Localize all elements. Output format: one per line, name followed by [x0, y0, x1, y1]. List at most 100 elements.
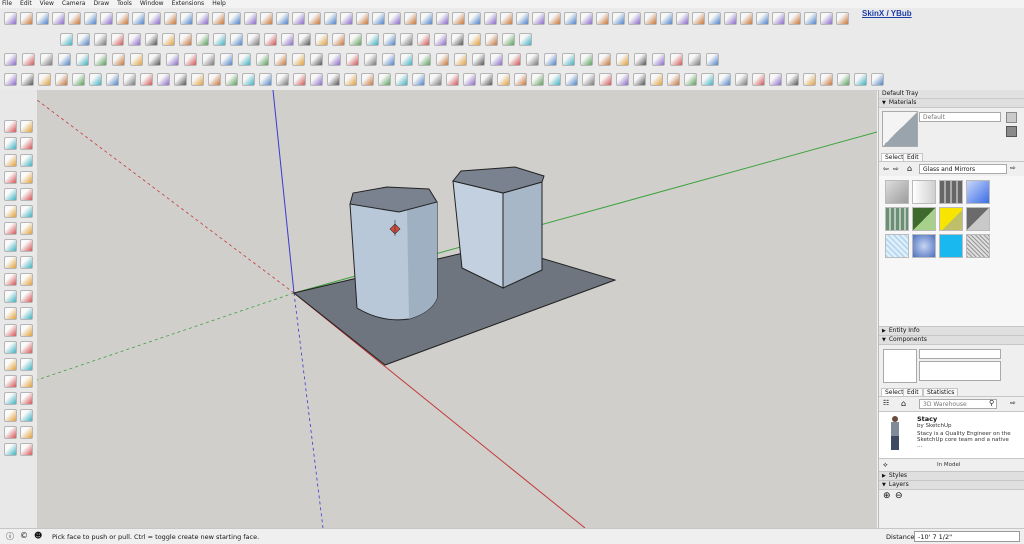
large-tool-icon[interactable]	[4, 307, 17, 320]
large-tool-icon[interactable]	[20, 290, 33, 303]
toolbar-icon[interactable]	[372, 12, 385, 25]
toolbar-icon[interactable]	[327, 73, 340, 86]
toolbar-icon[interactable]	[756, 12, 769, 25]
toolbar-icon[interactable]	[344, 73, 357, 86]
large-tool-icon[interactable]	[4, 392, 17, 405]
toolbar-icon[interactable]	[548, 12, 561, 25]
toolbar-icon[interactable]	[803, 73, 816, 86]
in-model-label[interactable]: In Model	[937, 462, 960, 468]
toolbar-icon[interactable]	[212, 12, 225, 25]
toolbar-icon[interactable]	[196, 33, 209, 46]
toolbar-icon[interactable]	[40, 53, 53, 66]
toolbar-icon[interactable]	[670, 53, 683, 66]
toolbar-icon[interactable]	[383, 33, 396, 46]
toolbar-icon[interactable]	[772, 12, 785, 25]
large-tool-icon[interactable]	[20, 120, 33, 133]
add-layer-icon[interactable]: ⊕	[883, 491, 891, 501]
large-tool-icon[interactable]	[20, 154, 33, 167]
toolbar-icon[interactable]	[68, 12, 81, 25]
large-tool-icon[interactable]	[4, 324, 17, 337]
toolbar-icon[interactable]	[247, 33, 260, 46]
toolbar-icon[interactable]	[598, 53, 611, 66]
toolbar-icon[interactable]	[361, 73, 374, 86]
in-model-icon[interactable]: ⟡	[883, 461, 888, 470]
swatch-5[interactable]	[885, 207, 909, 231]
large-tool-icon[interactable]	[4, 137, 17, 150]
back-icon[interactable]: ⇦	[883, 165, 889, 173]
swatch-9[interactable]	[885, 234, 909, 258]
large-tool-icon[interactable]	[20, 171, 33, 184]
toolbar-icon[interactable]	[526, 53, 539, 66]
toolbar-icon[interactable]	[76, 53, 89, 66]
toolbar-icon[interactable]	[400, 53, 413, 66]
toolbar-icon[interactable]	[72, 73, 85, 86]
large-tool-icon[interactable]	[20, 307, 33, 320]
toolbar-icon[interactable]	[532, 12, 545, 25]
toolbar-icon[interactable]	[820, 73, 833, 86]
delete-layer-icon[interactable]: ⊖	[895, 491, 903, 501]
toolbar-icon[interactable]	[100, 12, 113, 25]
toolbar-icon[interactable]	[786, 73, 799, 86]
large-tool-icon[interactable]	[20, 409, 33, 422]
toolbar-icon[interactable]	[180, 12, 193, 25]
large-tool-icon[interactable]	[4, 205, 17, 218]
components-header[interactable]: ▼ Components	[879, 336, 1024, 345]
toolbar-icon[interactable]	[628, 12, 641, 25]
toolbar-icon[interactable]	[644, 12, 657, 25]
toolbar-icon[interactable]	[36, 12, 49, 25]
toolbar-icon[interactable]	[208, 73, 221, 86]
toolbar-icon[interactable]	[404, 12, 417, 25]
toolbar-icon[interactable]	[514, 73, 527, 86]
toolbar-icon[interactable]	[484, 12, 497, 25]
toolbar-icon[interactable]	[519, 33, 532, 46]
toolbar-icon[interactable]	[378, 73, 391, 86]
toolbar-icon[interactable]	[166, 53, 179, 66]
toolbar-icon[interactable]	[420, 12, 433, 25]
toolbar-icon[interactable]	[174, 73, 187, 86]
toolbar-icon[interactable]	[116, 12, 129, 25]
measurements-box[interactable]: -10' 7 1/2"	[914, 531, 1020, 542]
info-icon[interactable]: ⓘ	[6, 531, 14, 542]
toolbar-icon[interactable]	[382, 53, 395, 66]
toolbar-icon[interactable]	[162, 33, 175, 46]
toolbar-icon[interactable]	[132, 12, 145, 25]
large-tool-icon[interactable]	[4, 154, 17, 167]
large-tool-icon[interactable]	[20, 205, 33, 218]
toolbar-icon[interactable]	[112, 53, 125, 66]
toolbar-icon[interactable]	[531, 73, 544, 86]
toolbar-icon[interactable]	[281, 33, 294, 46]
toolbar-icon[interactable]	[485, 33, 498, 46]
large-tool-icon[interactable]	[4, 341, 17, 354]
toolbar-icon[interactable]	[77, 33, 90, 46]
menu-extensions[interactable]: Extensions	[172, 0, 205, 8]
swatch-11[interactable]	[939, 234, 963, 258]
toolbar-icon[interactable]	[463, 73, 476, 86]
large-tool-icon[interactable]	[20, 222, 33, 235]
toolbar-icon[interactable]	[660, 12, 673, 25]
home-icon[interactable]: ⌂	[907, 164, 912, 173]
toolbar-icon[interactable]	[94, 33, 107, 46]
swatch-10[interactable]	[912, 234, 936, 258]
swatch-2[interactable]	[912, 180, 936, 204]
drawing-viewport[interactable]	[37, 90, 877, 528]
large-tool-icon[interactable]	[4, 188, 17, 201]
material-library-select[interactable]: Glass and Mirrors	[919, 164, 1007, 174]
toolbar-icon[interactable]	[544, 53, 557, 66]
toolbar-icon[interactable]	[238, 53, 251, 66]
toolbar-icon[interactable]	[454, 53, 467, 66]
toolbar-icon[interactable]	[293, 73, 306, 86]
toolbar-icon[interactable]	[418, 53, 431, 66]
toolbar-icon[interactable]	[417, 33, 430, 46]
toolbar-icon[interactable]	[500, 12, 513, 25]
large-tool-icon[interactable]	[20, 137, 33, 150]
toolbar-icon[interactable]	[468, 33, 481, 46]
large-tool-icon[interactable]	[20, 426, 33, 439]
toolbar-icon[interactable]	[497, 73, 510, 86]
components-home-icon[interactable]: ⌂	[901, 399, 906, 408]
toolbar-icon[interactable]	[244, 12, 257, 25]
toolbar-icon[interactable]	[650, 73, 663, 86]
toolbar-icon[interactable]	[55, 73, 68, 86]
large-tool-icon[interactable]	[4, 290, 17, 303]
toolbar-icon[interactable]	[634, 53, 647, 66]
toolbar-icon[interactable]	[692, 12, 705, 25]
